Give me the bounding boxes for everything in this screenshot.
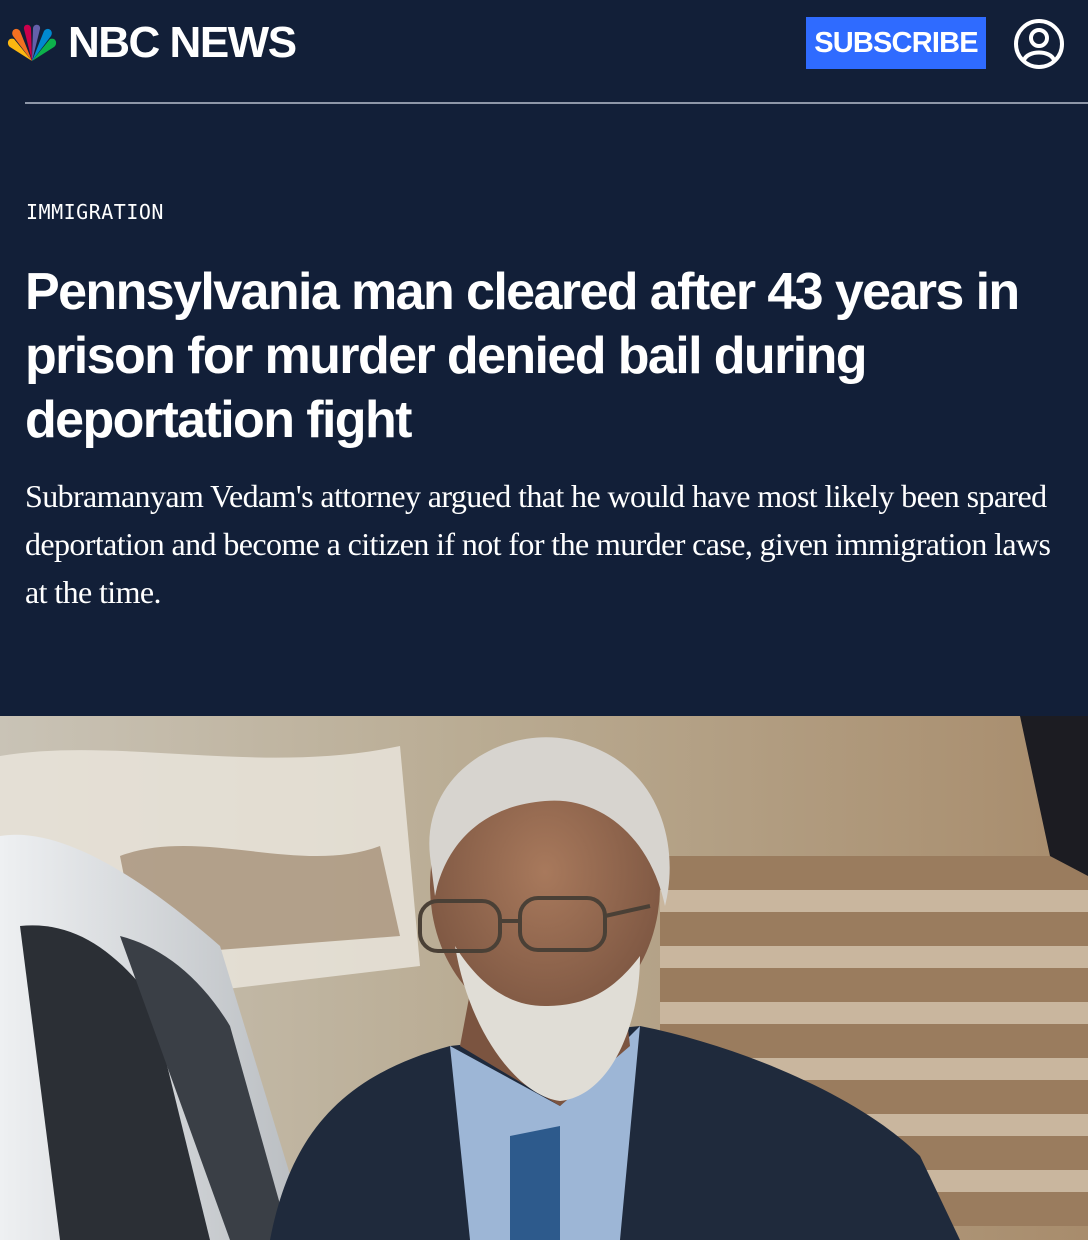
user-circle-icon[interactable] <box>1012 17 1066 71</box>
article-headline: Pennsylvania man cleared after 43 years … <box>25 263 1020 449</box>
category-link[interactable]: IMMIGRATION <box>26 199 164 225</box>
subscribe-button[interactable]: SUBSCRIBE <box>806 17 986 69</box>
brand-name: NBC NEWS <box>68 18 297 67</box>
article-dek: Subramanyam Vedam's attorney argued that… <box>25 478 1051 610</box>
hero-image <box>0 716 1088 1240</box>
nbc-peacock-icon <box>7 24 57 61</box>
header-divider <box>25 102 1088 104</box>
nbc-news-logo[interactable]: NBC NEWS <box>4 18 297 68</box>
hero-photo <box>0 716 1088 1240</box>
article-page: NBC NEWS SUBSCRIBE IMMIGRATION Pennsylva… <box>0 0 1088 1240</box>
site-header: NBC NEWS SUBSCRIBE <box>0 0 1088 104</box>
